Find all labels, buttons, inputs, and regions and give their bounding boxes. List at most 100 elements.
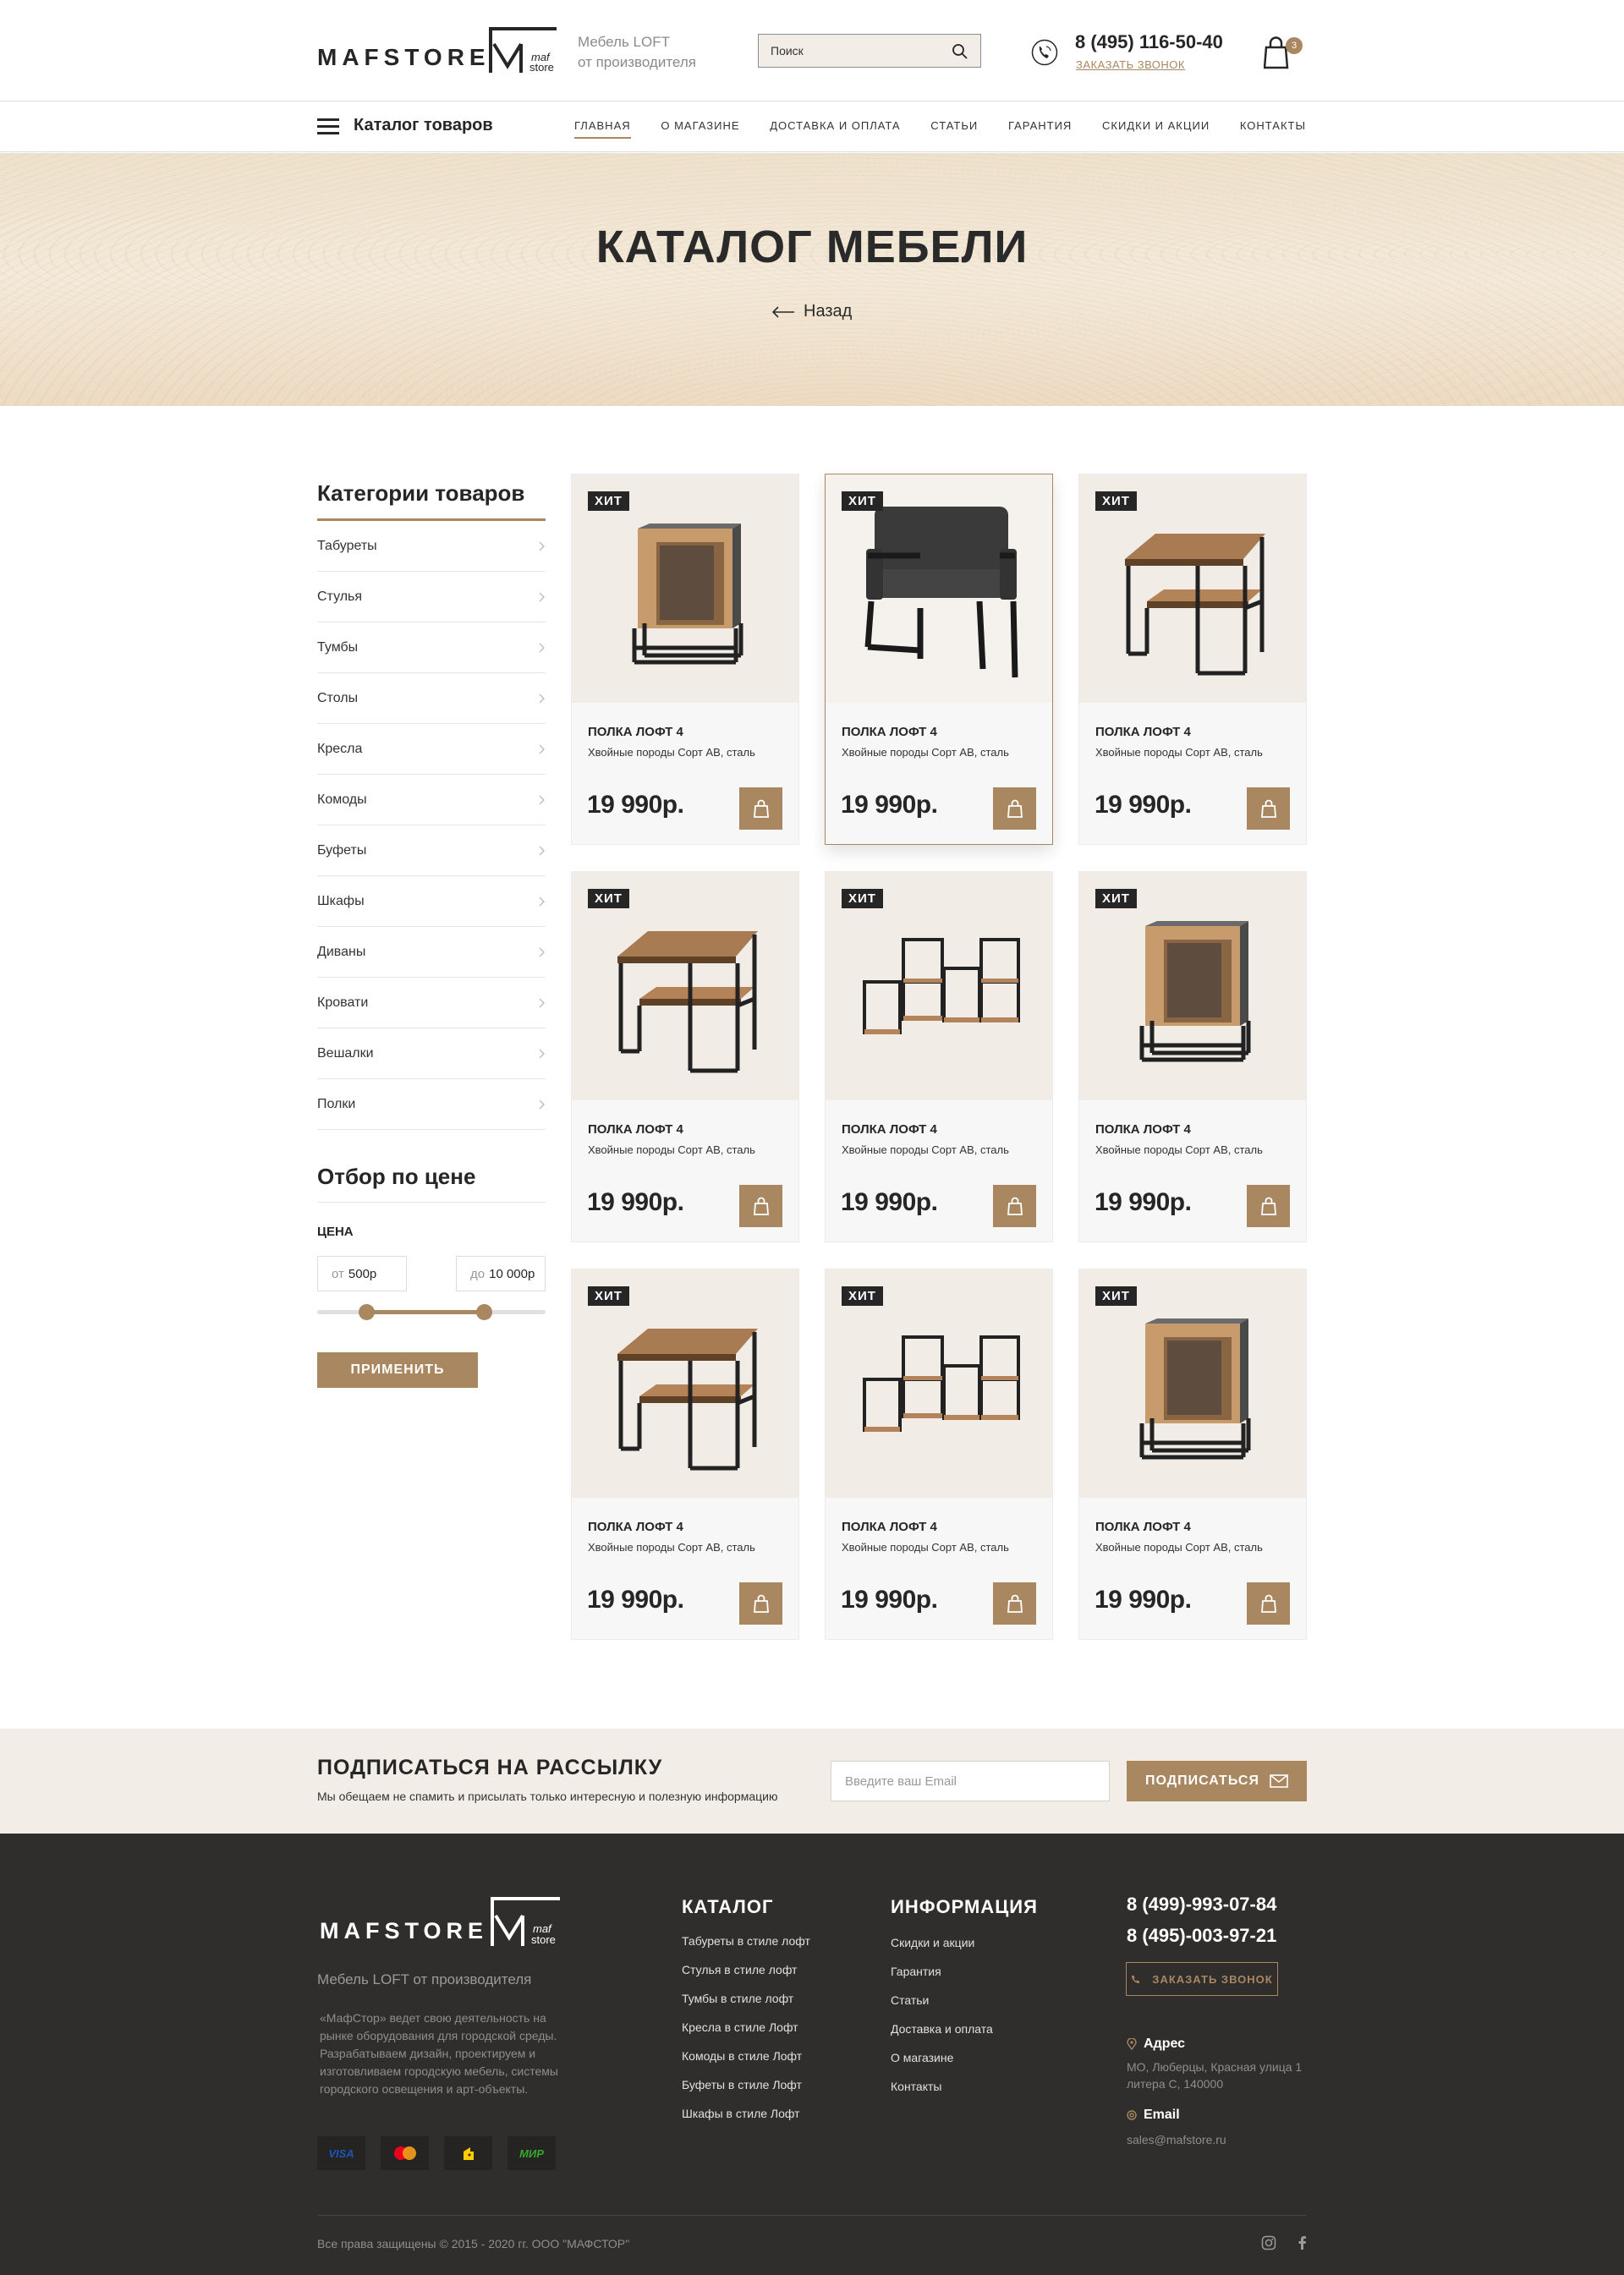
category-item[interactable]: Тумбы: [317, 622, 546, 673]
categories-title: Категории товаров: [317, 480, 546, 521]
product-name[interactable]: ПОЛКА ЛОФТ 4: [842, 725, 937, 739]
product-card[interactable]: ХИТ ПОЛКА ЛОФТ 4 Хвойные породы Сорт АВ, с…: [571, 871, 799, 1242]
add-to-cart-button[interactable]: [993, 787, 1036, 830]
shopping-bag-icon: [753, 1594, 769, 1613]
category-item[interactable]: Вешалки: [317, 1028, 546, 1079]
category-item[interactable]: Шкафы: [317, 876, 546, 927]
category-item[interactable]: Полки: [317, 1079, 546, 1130]
footer-logo-mark-icon[interactable]: maf store: [491, 1897, 562, 1948]
instagram-icon[interactable]: [1261, 2235, 1276, 2250]
product-card[interactable]: ХИТ ПОЛКА ЛОФТ 4 Хвойные породы Сорт АВ, с…: [1078, 474, 1307, 845]
footer-link[interactable]: Гарантия: [891, 1965, 993, 1993]
product-card[interactable]: ХИТ ПОЛКА ЛОФТ 4 Хвойные породы Сорт АВ, с…: [571, 1269, 799, 1640]
add-to-cart-button[interactable]: [993, 1185, 1036, 1227]
product-card[interactable]: ХИТ ПОЛКА ЛОФТ 4 Хвойные породы Сорт АВ, с…: [825, 871, 1053, 1242]
price-range-slider[interactable]: [317, 1303, 546, 1320]
nav-item-warranty[interactable]: ГАРАНТИЯ: [1008, 119, 1072, 139]
subscribe-button[interactable]: ПОДПИСАТЬСЯ: [1127, 1761, 1307, 1801]
product-card[interactable]: ХИТ ПОЛКА ЛОФТ 4 Хвойные породы Сорт АВ, с…: [1078, 1269, 1307, 1640]
logo-mark-icon[interactable]: maf store: [489, 27, 558, 74]
yandex-money-icon: [444, 2136, 492, 2170]
search-box: [758, 34, 981, 68]
logo-text[interactable]: MAFSTORE: [317, 44, 491, 71]
category-item[interactable]: Буфеты: [317, 825, 546, 876]
nav-item-about[interactable]: О МАГАЗИНЕ: [661, 119, 739, 139]
nav-item-sales[interactable]: СКИДКИ И АКЦИИ: [1102, 119, 1210, 139]
footer-link[interactable]: Буфеты в стиле Лофт: [682, 2078, 810, 2107]
product-name[interactable]: ПОЛКА ЛОФТ 4: [588, 725, 683, 739]
callback-link[interactable]: ЗАКАЗАТЬ ЗВОНОК: [1076, 58, 1185, 71]
slider-handle-max[interactable]: [476, 1304, 492, 1320]
product-card[interactable]: ХИТ ПОЛКА ЛОФТ 4 Хвойные породы Сорт АВ, с…: [825, 1269, 1053, 1640]
footer-phone-2[interactable]: 8 (495)-003-97-21: [1127, 1925, 1276, 1947]
category-item[interactable]: Стулья: [317, 572, 546, 622]
category-item[interactable]: Табуреты: [317, 521, 546, 572]
facebook-icon[interactable]: [1295, 2235, 1310, 2250]
add-to-cart-button[interactable]: [993, 1582, 1036, 1625]
apply-filter-button[interactable]: ПРИМЕНИТЬ: [317, 1352, 478, 1388]
shopping-bag-icon: [1007, 1197, 1023, 1215]
search-input[interactable]: [759, 35, 945, 67]
burger-menu-icon[interactable]: [317, 118, 339, 135]
footer-logo-text[interactable]: MAFSTORE: [320, 1918, 488, 1944]
search-icon[interactable]: [952, 43, 968, 60]
add-to-cart-button[interactable]: [739, 1185, 782, 1227]
product-name[interactable]: ПОЛКА ЛОФТ 4: [1095, 1122, 1191, 1137]
price-to-input[interactable]: до 10 000р: [456, 1256, 546, 1291]
add-to-cart-button[interactable]: [1247, 1582, 1290, 1625]
catalog-menu-button[interactable]: Каталог товаров: [354, 116, 493, 135]
product-name[interactable]: ПОЛКА ЛОФТ 4: [588, 1520, 683, 1534]
back-link[interactable]: Назад: [771, 302, 852, 321]
nav-item-home[interactable]: ГЛАВНАЯ: [574, 119, 631, 139]
shopping-bag-icon: [1260, 799, 1276, 818]
footer-catalog-links: Табуреты в стиле лофт Стулья в стиле лоф…: [682, 1934, 810, 2135]
product-description: Хвойные породы Сорт АВ, сталь: [842, 746, 1009, 759]
footer-link[interactable]: Кресла в стиле Лофт: [682, 2020, 810, 2049]
nav-item-contacts[interactable]: КОНТАКТЫ: [1240, 119, 1306, 139]
footer-link[interactable]: Контакты: [891, 2080, 993, 2108]
product-name[interactable]: ПОЛКА ЛОФТ 4: [588, 1122, 683, 1137]
footer-callback-label: ЗАКАЗАТЬ ЗВОНОК: [1152, 1972, 1273, 1986]
footer-link[interactable]: Скидки и акции: [891, 1936, 993, 1965]
category-item[interactable]: Диваны: [317, 927, 546, 978]
product-card[interactable]: ХИТ ПОЛКА ЛОФТ 4 Хвойные породы Сорт АВ, с…: [571, 474, 799, 845]
footer-link[interactable]: Табуреты в стиле лофт: [682, 1934, 810, 1963]
footer-link[interactable]: Доставка и оплата: [891, 2022, 993, 2051]
product-card[interactable]: ХИТ ПОЛКА ЛОФТ 4 Хвойные породы Сорт АВ, с…: [1078, 871, 1307, 1242]
footer-link[interactable]: Комоды в стиле Лофт: [682, 2049, 810, 2078]
product-name[interactable]: ПОЛКА ЛОФТ 4: [842, 1122, 937, 1137]
footer-link[interactable]: Тумбы в стиле лофт: [682, 1992, 810, 2020]
add-to-cart-button[interactable]: [1247, 1185, 1290, 1227]
hit-badge: ХИТ: [588, 1286, 629, 1306]
product-name[interactable]: ПОЛКА ЛОФТ 4: [1095, 1520, 1191, 1534]
chevron-right-icon: [539, 592, 545, 601]
product-name[interactable]: ПОЛКА ЛОФТ 4: [842, 1520, 937, 1534]
product-card[interactable]: ХИТ ПОЛКА ЛОФТ 4 Хвойные породы Сорт АВ, с…: [825, 474, 1053, 845]
footer-link[interactable]: Шкафы в стиле Лофт: [682, 2107, 810, 2135]
nav-item-delivery[interactable]: ДОСТАВКА И ОПЛАТА: [770, 119, 900, 139]
category-item[interactable]: Кресла: [317, 724, 546, 775]
footer-divider: [317, 2215, 1307, 2216]
page-title: КАТАЛОГ МЕБЕЛИ: [595, 222, 1029, 272]
category-item[interactable]: Столы: [317, 673, 546, 724]
slider-handle-min[interactable]: [359, 1304, 375, 1320]
email-input[interactable]: [831, 1761, 1110, 1801]
nav-item-articles[interactable]: СТАТЬИ: [930, 119, 978, 139]
product-name[interactable]: ПОЛКА ЛОФТ 4: [1095, 725, 1191, 739]
add-to-cart-button[interactable]: [739, 787, 782, 830]
hit-badge: ХИТ: [588, 889, 629, 908]
price-from-input[interactable]: от 500р: [317, 1256, 407, 1291]
footer-link[interactable]: Стулья в стиле лофт: [682, 1963, 810, 1992]
footer-phone-1[interactable]: 8 (499)-993-07-84: [1127, 1894, 1276, 1916]
add-to-cart-button[interactable]: [739, 1582, 782, 1625]
header-phone[interactable]: 8 (495) 116-50-40: [1075, 31, 1223, 53]
footer-link[interactable]: Статьи: [891, 1993, 993, 2022]
category-item[interactable]: Комоды: [317, 775, 546, 825]
shopping-bag-icon: [753, 799, 769, 818]
footer-link[interactable]: О магазине: [891, 2051, 993, 2080]
chevron-right-icon: [539, 896, 545, 906]
footer-callback-button[interactable]: ЗАКАЗАТЬ ЗВОНОК: [1126, 1962, 1278, 1996]
category-item[interactable]: Кровати: [317, 978, 546, 1028]
email-value[interactable]: sales@mafstore.ru: [1127, 2131, 1321, 2148]
add-to-cart-button[interactable]: [1247, 787, 1290, 830]
